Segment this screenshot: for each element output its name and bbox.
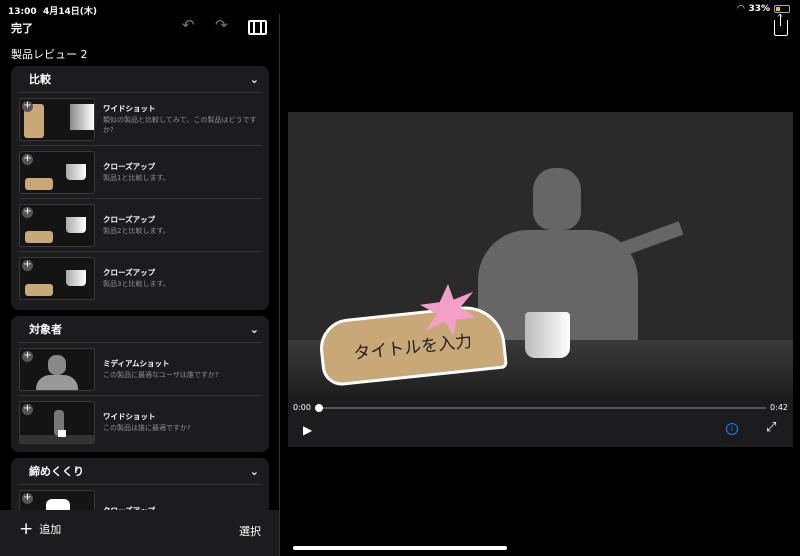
add-clip-icon[interactable]: [248, 20, 267, 35]
share-icon[interactable]: ^: [774, 14, 788, 36]
list-item[interactable]: + クローズアップ製品2と比較します。: [19, 199, 261, 252]
clip-thumbnail: +: [19, 203, 95, 247]
section-header[interactable]: 比較 ⌄: [19, 66, 261, 93]
battery-icon: [774, 5, 790, 13]
video-frame: タイトルを入力: [288, 112, 793, 396]
list-item[interactable]: + ワイドショットこの製品は誰に最適ですか?: [19, 396, 261, 449]
redo-icon[interactable]: ↷: [215, 16, 228, 34]
list-item[interactable]: + ミディアムショットこの製品に最適なユーザは誰ですか?: [19, 343, 261, 396]
wifi-icon: ◠: [737, 4, 745, 14]
item-title: クローズアップ: [103, 268, 156, 278]
clip-thumbnail: +: [19, 401, 95, 444]
battery-percent: 33%: [748, 4, 770, 14]
list-item[interactable]: + クローズアップ製品3と比較します。: [19, 252, 261, 305]
script-panel: 完了 ↶ ↷ 製品レビュー 2 比較 ⌄ + ワイドショット 類似の製品と比較してみて…: [0, 0, 279, 556]
info-icon[interactable]: i: [726, 423, 738, 435]
item-desc: 製品1と比較します。: [103, 173, 170, 182]
scrubber-track[interactable]: [315, 404, 766, 412]
select-button[interactable]: 選択: [239, 523, 261, 539]
section-comparison: 比較 ⌄ + ワイドショット類似の製品と比較してみて、この製品はどうですか? + クロ…: [11, 66, 269, 310]
item-title: クローズアップ: [103, 214, 156, 224]
panel-divider[interactable]: [279, 14, 280, 556]
chevron-down-icon[interactable]: ⌄: [250, 465, 259, 478]
item-title: ワイドショット: [103, 104, 156, 114]
item-title: クローズアップ: [103, 161, 156, 171]
plus-icon: +: [19, 519, 34, 539]
list-item[interactable]: + クローズアップ製品1と比較します。: [19, 146, 261, 199]
clip-thumbnail: +: [19, 347, 95, 391]
item-desc: 製品2と比較します。: [103, 226, 170, 235]
section-audience: 対象者 ⌄ + ミディアムショットこの製品に最適なユーザは誰ですか? + ワイドショッ…: [11, 316, 269, 452]
clip-thumbnail: +: [19, 257, 95, 300]
plus-icon[interactable]: +: [22, 206, 33, 218]
project-title: 製品レビュー 2: [11, 48, 88, 61]
chevron-down-icon[interactable]: ⌄: [250, 73, 259, 86]
item-desc: 類似の製品と比較してみて、この製品はどうですか?: [103, 116, 257, 134]
plus-icon[interactable]: +: [22, 260, 33, 271]
undo-icon[interactable]: ↶: [182, 16, 195, 34]
add-button[interactable]: + 追加: [19, 519, 61, 539]
add-label: 追加: [39, 523, 62, 536]
item-desc: 製品3と比較します。: [103, 280, 170, 289]
plus-icon[interactable]: +: [22, 404, 33, 415]
item-title: ミディアムショット: [103, 358, 170, 368]
section-header[interactable]: 対象者 ⌄: [19, 316, 261, 343]
chevron-down-icon[interactable]: ⌄: [250, 323, 259, 336]
fullscreen-icon[interactable]: ⤢: [766, 420, 776, 435]
section-header[interactable]: 締めくくり ⌄: [19, 458, 261, 485]
done-button[interactable]: 完了: [11, 20, 33, 36]
plus-icon[interactable]: +: [22, 153, 33, 165]
section-closing: 締めくくり⌄ +クローズアップ: [11, 458, 269, 518]
duration: 0:42: [770, 403, 788, 412]
plus-icon[interactable]: +: [22, 100, 33, 112]
item-desc: この製品に最適なユーザは誰ですか?: [103, 370, 219, 379]
video-preview[interactable]: タイトルを入力 0:00 0:42 ▶ i ⤢: [288, 112, 793, 447]
bottom-bar: + 追加 選択: [0, 510, 279, 556]
list-item[interactable]: + ワイドショット類似の製品と比較してみて、この製品はどうですか?: [19, 93, 261, 146]
clip-thumbnail: +: [19, 97, 95, 141]
scrubber-handle[interactable]: [315, 404, 323, 412]
item-title: ワイドショット: [103, 412, 156, 422]
current-time: 0:00: [293, 403, 311, 412]
plus-icon[interactable]: +: [22, 350, 33, 362]
item-desc: この製品は誰に最適ですか?: [103, 424, 191, 433]
home-indicator: [293, 546, 507, 550]
plus-icon[interactable]: +: [22, 493, 33, 504]
clip-thumbnail: +: [19, 150, 95, 194]
play-icon[interactable]: ▶: [303, 423, 312, 437]
